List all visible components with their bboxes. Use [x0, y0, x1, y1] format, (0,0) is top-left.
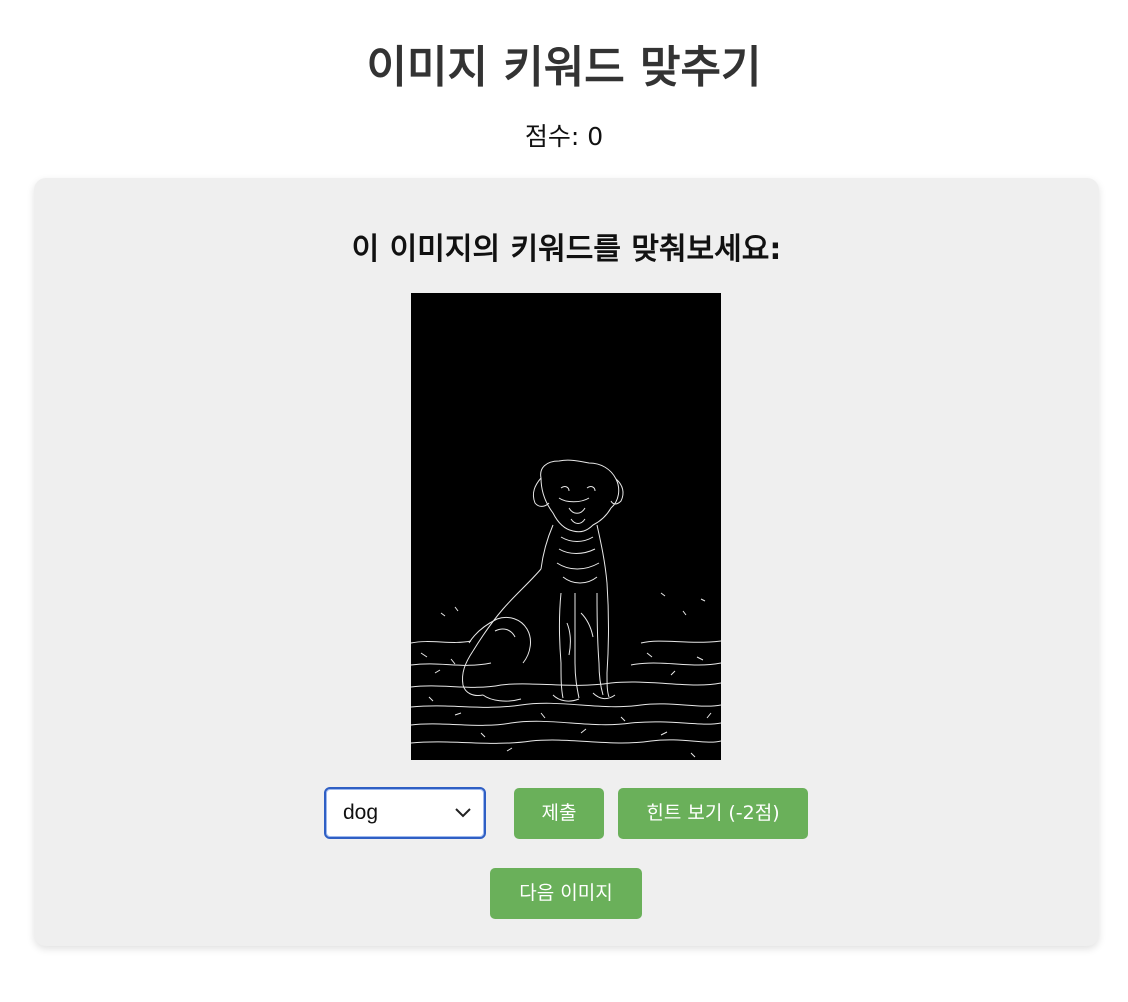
next-image-button[interactable]: 다음 이미지 [490, 868, 642, 919]
keyword-select-value: dog [343, 801, 379, 824]
score-display: 점수: 0 [524, 122, 604, 151]
quiz-image [411, 293, 721, 760]
quiz-prompt: 이 이미지의 키워드를 맞춰보세요: [351, 232, 782, 267]
page-title: 이미지 키워드 맞추기 [366, 42, 762, 93]
submit-button[interactable]: 제출 [514, 788, 604, 839]
hint-button[interactable]: 힌트 보기 (-2점) [618, 788, 808, 839]
answer-controls: dog 제출 힌트 보기 (-2점) [34, 787, 1099, 841]
next-row: 다음 이미지 [34, 868, 1099, 920]
edge-detected-dog-image [411, 459, 721, 758]
chevron-down-icon [455, 808, 471, 818]
quiz-card: 이 이미지의 키워드를 맞춰보세요: dog 제출 힌트 보기 (-2점) 다음… [34, 178, 1099, 946]
keyword-select[interactable]: dog [324, 787, 486, 839]
